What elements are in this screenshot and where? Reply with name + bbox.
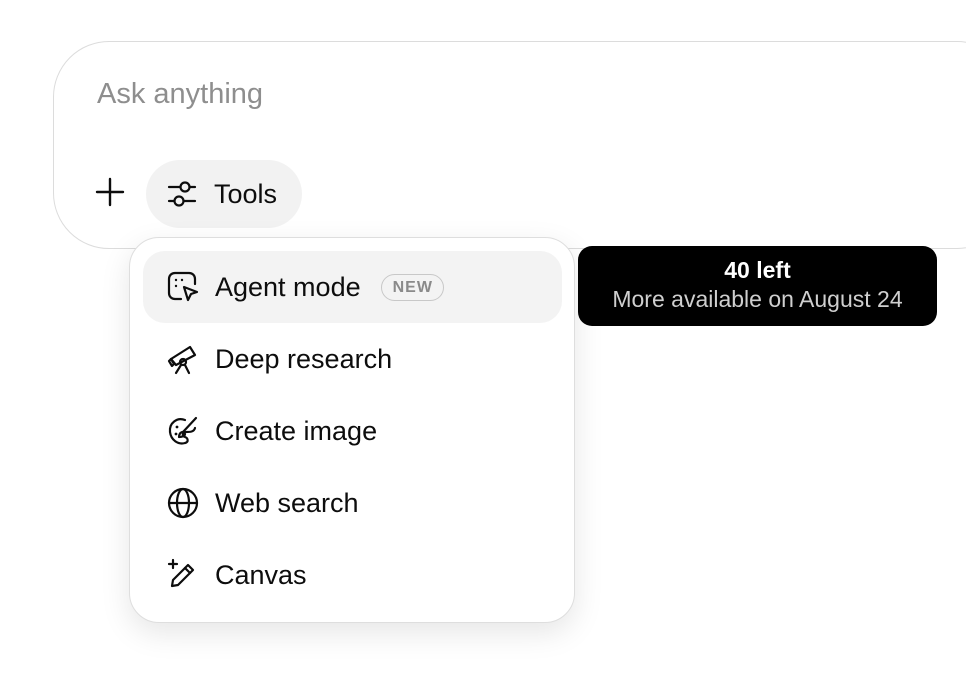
sliders-icon <box>166 178 198 210</box>
menu-item-web-search[interactable]: Web search <box>143 467 562 539</box>
usage-tooltip: 40 left More available on August 24 <box>578 246 937 326</box>
tools-button[interactable]: Tools <box>146 160 302 228</box>
globe-icon <box>165 485 201 521</box>
new-badge: NEW <box>380 273 444 301</box>
pencil-sparkle-icon <box>165 557 201 593</box>
tooltip-title: 40 left <box>724 257 791 283</box>
tools-label: Tools <box>214 178 278 209</box>
menu-item-label: Agent mode <box>215 271 361 302</box>
prompt-input[interactable] <box>97 78 897 111</box>
agent-cursor-icon <box>165 269 201 305</box>
menu-item-label: Web search <box>215 487 359 518</box>
menu-item-canvas[interactable]: Canvas <box>143 539 562 611</box>
menu-item-agent-mode[interactable]: Agent mode NEW <box>143 251 562 323</box>
menu-item-label: Create image <box>215 415 378 446</box>
tools-menu: Agent mode NEW Deep research Create imag… <box>129 237 575 623</box>
menu-item-deep-research[interactable]: Deep research <box>143 323 562 395</box>
palette-icon <box>165 413 201 449</box>
tooltip-subtitle: More available on August 24 <box>612 286 903 312</box>
page: Tools Agent mode NEW <box>0 0 966 678</box>
composer-box: Tools <box>53 41 966 249</box>
menu-item-label: Canvas <box>215 559 307 590</box>
add-attachment-button[interactable] <box>90 172 130 212</box>
menu-item-label: Deep research <box>215 343 393 374</box>
menu-item-create-image[interactable]: Create image <box>143 395 562 467</box>
telescope-icon <box>165 341 201 377</box>
plus-icon <box>94 176 126 208</box>
